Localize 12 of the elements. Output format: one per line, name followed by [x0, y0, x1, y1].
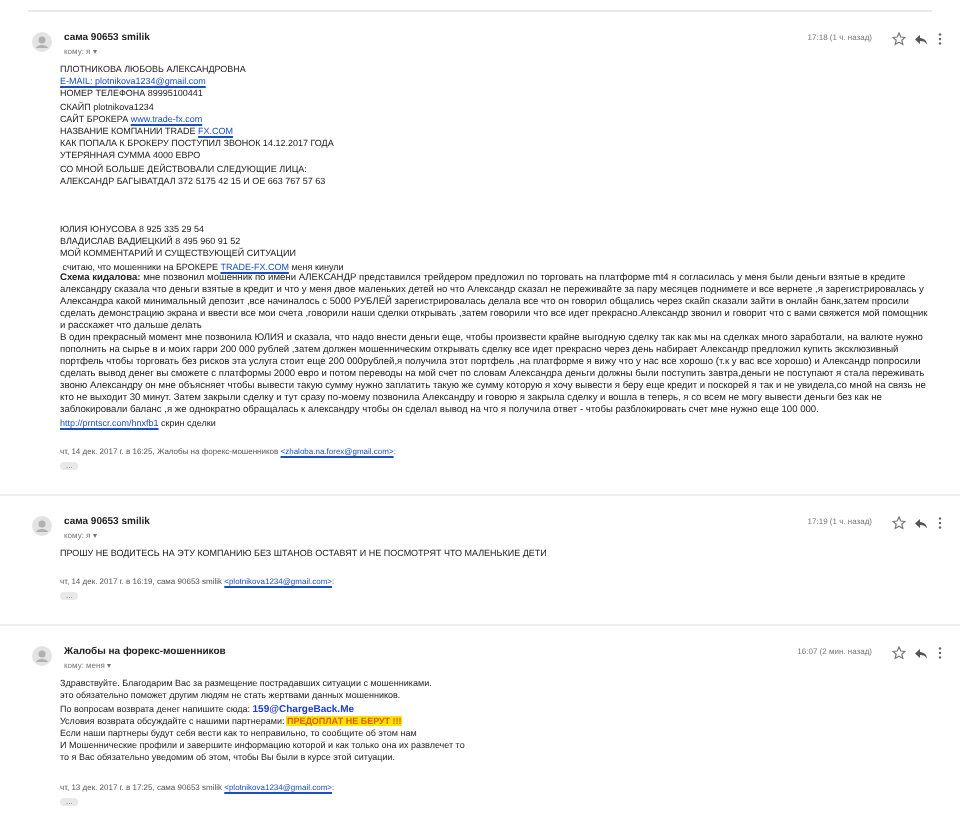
more-icon[interactable] — [936, 32, 944, 46]
more-icon[interactable] — [936, 516, 944, 531]
star-icon[interactable] — [892, 516, 906, 531]
star-icon[interactable] — [892, 646, 906, 661]
reply-icon[interactable] — [914, 646, 928, 661]
star-icon[interactable] — [892, 32, 906, 46]
avatar-icon — [32, 32, 52, 52]
avatar-icon — [32, 516, 52, 537]
reply-icon[interactable] — [914, 32, 928, 46]
reply-icon[interactable] — [914, 516, 928, 531]
more-icon[interactable] — [936, 646, 944, 661]
avatar-icon — [32, 646, 52, 667]
